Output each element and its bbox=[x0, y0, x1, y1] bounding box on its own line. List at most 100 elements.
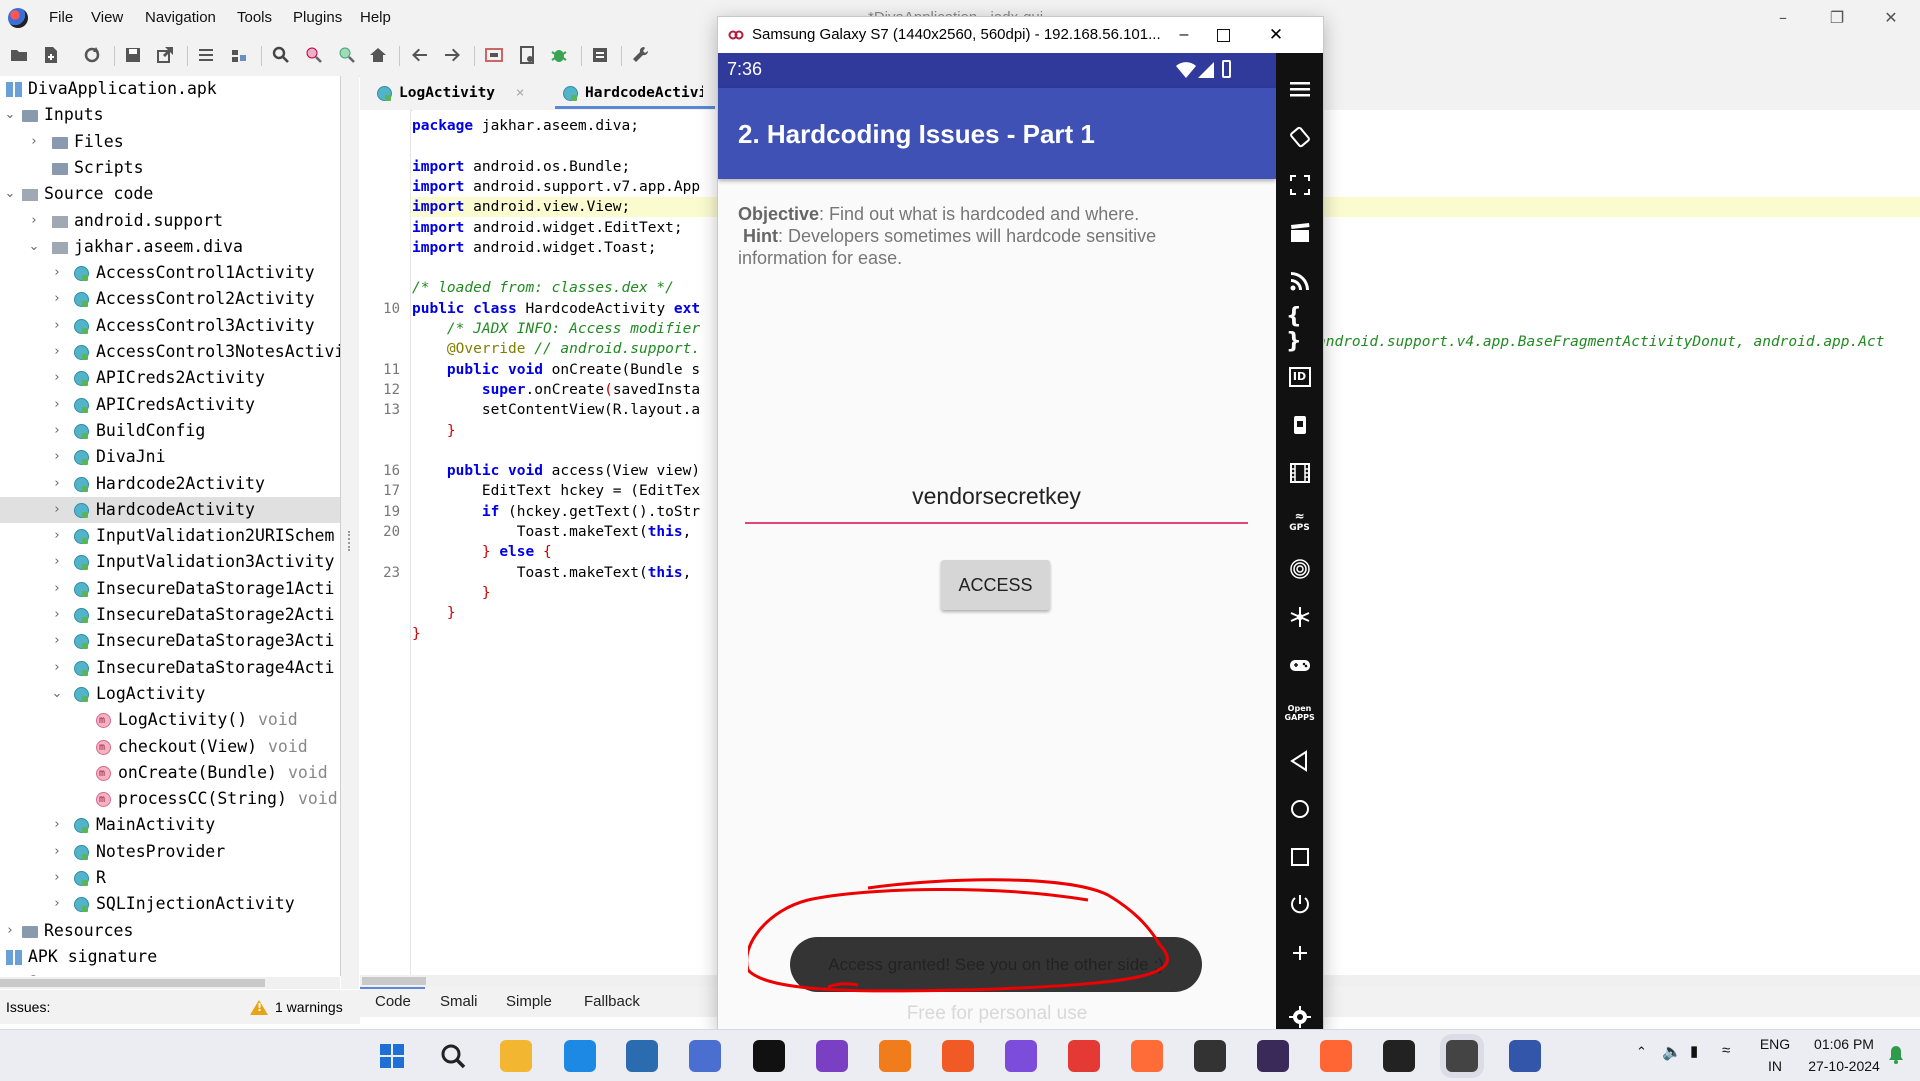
back-icon[interactable] bbox=[1286, 747, 1313, 774]
save-icon[interactable] bbox=[122, 44, 144, 66]
fl-studio-icon[interactable] bbox=[879, 1040, 911, 1072]
tree-item[interactable]: ⌄ Inputs bbox=[0, 102, 340, 128]
deobfuscation-icon[interactable] bbox=[483, 44, 505, 66]
debug-bug-icon[interactable] bbox=[548, 44, 570, 66]
code-scroll-thumb[interactable] bbox=[362, 977, 426, 985]
tree-item[interactable]: › SQLInjectionActivity bbox=[0, 891, 340, 917]
tab-fallback[interactable]: Fallback bbox=[584, 987, 640, 1017]
tree-item[interactable]: › MainActivity bbox=[0, 812, 340, 838]
vscode-icon[interactable] bbox=[564, 1040, 596, 1072]
tree-item[interactable]: › AccessControl2Activity bbox=[0, 286, 340, 312]
tree-app-icon[interactable] bbox=[689, 1040, 721, 1072]
chevron-right-icon[interactable]: › bbox=[50, 260, 64, 286]
genymotion-active-icon[interactable] bbox=[1446, 1040, 1478, 1072]
tree-item[interactable]: › Hardcode2Activity bbox=[0, 471, 340, 497]
gps-icon[interactable]: ≈ GPS bbox=[1286, 507, 1313, 534]
notification-bell-icon[interactable] bbox=[1888, 1044, 1904, 1064]
chevron-right-icon[interactable]: › bbox=[50, 418, 64, 444]
tree-item[interactable]: processCC(String) void bbox=[0, 786, 340, 813]
access-button[interactable]: ACCESS bbox=[941, 560, 1050, 610]
chevron-right-icon[interactable]: › bbox=[27, 208, 41, 234]
tray-chevron-icon[interactable]: ⌃ bbox=[1636, 1044, 1647, 1060]
tree-item[interactable]: ⌄ LogActivity bbox=[0, 681, 340, 707]
app-dark-icon[interactable] bbox=[1194, 1040, 1226, 1072]
chevron-right-icon[interactable]: › bbox=[50, 839, 64, 865]
tree-item[interactable]: › InsecureDataStorage2Acti bbox=[0, 602, 340, 628]
chevron-right-icon[interactable]: › bbox=[50, 523, 64, 549]
tab-smali[interactable]: Smali bbox=[440, 987, 478, 1017]
find-usage-icon[interactable] bbox=[336, 44, 358, 66]
clock[interactable]: 01:06 PM 27-10-2024 bbox=[1794, 1036, 1894, 1074]
phone-icon[interactable] bbox=[1286, 411, 1313, 438]
chevron-right-icon[interactable]: › bbox=[50, 497, 64, 523]
chevron-right-icon[interactable]: › bbox=[50, 628, 64, 654]
battery-tray-icon[interactable]: ▮ bbox=[1690, 1042, 1698, 1060]
warnings-count[interactable]: 1 warnings bbox=[275, 999, 343, 1015]
film-icon[interactable] bbox=[1286, 459, 1313, 486]
chevron-right-icon[interactable]: › bbox=[50, 444, 64, 470]
notion-icon[interactable] bbox=[753, 1040, 785, 1072]
opengapps-icon[interactable]: Open GAPPS bbox=[1285, 699, 1315, 726]
tab-hardcodeactivity[interactable]: HardcodeActivit bbox=[563, 76, 703, 110]
menu-icon[interactable] bbox=[1286, 75, 1313, 102]
chevron-right-icon[interactable]: › bbox=[50, 891, 64, 917]
tree-item[interactable]: › AccessControl3NotesActivi bbox=[0, 339, 340, 365]
chevron-right-icon[interactable]: › bbox=[3, 918, 17, 944]
forward-arrow-icon[interactable] bbox=[441, 44, 463, 66]
home-icon[interactable] bbox=[367, 44, 389, 66]
rss-icon[interactable] bbox=[1286, 267, 1313, 294]
tree-item[interactable]: Scripts bbox=[0, 155, 340, 181]
emulator-close-icon[interactable]: ✕ bbox=[1258, 19, 1294, 51]
tree-item[interactable]: › InputValidation3Activity bbox=[0, 549, 340, 575]
open-folder-icon[interactable] bbox=[8, 44, 30, 66]
panel-splitter[interactable] bbox=[341, 76, 359, 989]
obsidian-icon[interactable] bbox=[1005, 1040, 1037, 1072]
tab-logactivity[interactable]: LogActivity × bbox=[377, 76, 525, 110]
log-viewer-icon[interactable] bbox=[516, 44, 538, 66]
minimize-icon[interactable]: – bbox=[1760, 0, 1806, 36]
tree-item[interactable]: ⌄ jakhar.aseem.diva bbox=[0, 234, 340, 260]
tree-item[interactable]: › BuildConfig bbox=[0, 418, 340, 444]
preferences-wrench-icon[interactable] bbox=[629, 44, 651, 66]
tree-item[interactable]: › HardcodeActivity bbox=[0, 496, 340, 523]
tree-item[interactable]: LogActivity() void bbox=[0, 707, 340, 734]
terminal-icon[interactable] bbox=[1383, 1040, 1415, 1072]
tab-close-icon[interactable]: × bbox=[516, 85, 525, 101]
reload-icon[interactable] bbox=[81, 44, 103, 66]
burpsuite-icon[interactable] bbox=[1320, 1040, 1352, 1072]
tree-item[interactable]: › InputValidation2URISchem bbox=[0, 523, 340, 549]
emulator-minimize-icon[interactable]: – bbox=[1166, 19, 1202, 51]
maximize-icon[interactable]: ❐ bbox=[1814, 0, 1860, 36]
chevron-right-icon[interactable]: › bbox=[50, 471, 64, 497]
network-icon[interactable] bbox=[1286, 603, 1313, 630]
chevron-down-icon[interactable]: ⌄ bbox=[3, 181, 17, 207]
chevron-right-icon[interactable]: › bbox=[50, 286, 64, 312]
sync-tree-icon[interactable] bbox=[195, 44, 217, 66]
chevron-right-icon[interactable]: › bbox=[50, 365, 64, 391]
chevron-down-icon[interactable]: ⌄ bbox=[3, 102, 17, 128]
add-icon[interactable] bbox=[1286, 939, 1313, 966]
tree-item[interactable]: › InsecureDataStorage1Acti bbox=[0, 576, 340, 602]
chevron-right-icon[interactable]: › bbox=[50, 602, 64, 628]
postman-icon[interactable] bbox=[1131, 1040, 1163, 1072]
tree-item[interactable]: › NotesProvider bbox=[0, 839, 340, 865]
tab-simple[interactable]: Simple bbox=[506, 987, 552, 1017]
rotate-icon[interactable] bbox=[1286, 123, 1313, 150]
windows-start-icon[interactable] bbox=[376, 1040, 408, 1072]
chevron-right-icon[interactable]: › bbox=[50, 392, 64, 418]
tree-item[interactable]: › InsecureDataStorage3Acti bbox=[0, 628, 340, 654]
chevron-down-icon[interactable]: ⌄ bbox=[50, 681, 64, 707]
brave-icon[interactable] bbox=[942, 1040, 974, 1072]
camera-app-icon[interactable] bbox=[816, 1040, 848, 1072]
tree-item[interactable]: › R bbox=[0, 865, 340, 891]
search-icon[interactable] bbox=[270, 44, 292, 66]
fingerprint-icon[interactable] bbox=[1286, 555, 1313, 582]
menu-view[interactable]: View bbox=[91, 0, 123, 36]
tree-scroll-thumb[interactable] bbox=[0, 979, 265, 987]
chevron-right-icon[interactable]: › bbox=[27, 129, 41, 155]
power-icon[interactable] bbox=[1286, 891, 1313, 918]
youtube-music-icon[interactable] bbox=[1068, 1040, 1100, 1072]
menu-help[interactable]: Help bbox=[360, 0, 391, 36]
volume-icon[interactable]: 🔈 bbox=[1662, 1042, 1682, 1062]
export-icon[interactable] bbox=[154, 44, 176, 66]
